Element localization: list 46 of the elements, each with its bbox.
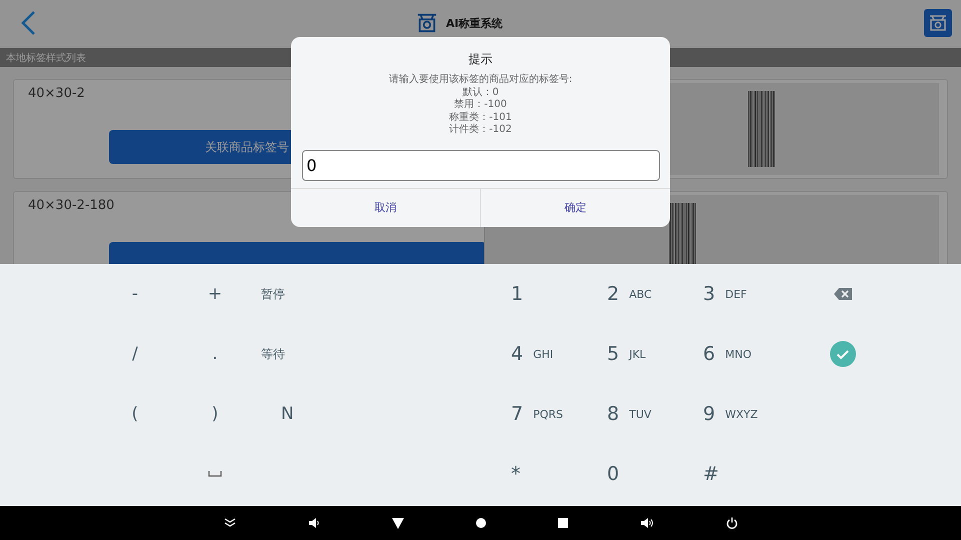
keyboard-key[interactable]: 1	[490, 264, 586, 324]
keyboard-key[interactable]: 暂停	[255, 274, 335, 314]
collapse-icon[interactable]	[224, 518, 236, 528]
keyboard-key[interactable]: *	[490, 444, 586, 504]
keyboard-key[interactable]: 8 TUV	[586, 384, 682, 444]
keyboard-key[interactable]: 2 ABC	[586, 264, 682, 324]
input-field[interactable]: 0	[302, 150, 660, 180]
back-icon[interactable]	[392, 518, 404, 528]
dialog-message: 禁用：-100	[454, 99, 507, 112]
keyboard-key[interactable]: (	[115, 394, 155, 434]
keyboard-key[interactable]: +	[195, 274, 235, 314]
keyboard-key[interactable]: .	[195, 334, 235, 374]
dialog-message: 计件类：-102	[449, 124, 512, 136]
home-icon[interactable]	[476, 518, 486, 528]
keyboard-key[interactable]: )	[195, 394, 235, 434]
keyboard-key[interactable]: 4 GHI	[490, 324, 586, 384]
keyboard-key[interactable]: 6 MNO	[682, 324, 778, 384]
dialog-message: 请输入要使用该标签的商品对应的标签号:	[388, 74, 572, 86]
recents-icon[interactable]	[558, 518, 568, 528]
keyboard-key[interactable]: 3 DEF	[682, 264, 778, 324]
scale-icon[interactable]	[924, 9, 952, 37]
checkmark-icon[interactable]	[830, 341, 856, 367]
dialog-message: 默认：0	[462, 86, 499, 98]
keyboard-key[interactable]: 等待	[255, 334, 335, 374]
keyboard-key[interactable]: -	[115, 274, 155, 314]
keyboard-key[interactable]: /	[115, 334, 155, 374]
backspace-icon[interactable]	[834, 288, 852, 300]
scale-icon	[416, 13, 438, 33]
dialog-title: 提示	[468, 51, 492, 68]
keyboard-key[interactable]: #	[682, 444, 778, 504]
dialog-message: 称重类：-101	[449, 112, 512, 124]
volume-up-icon[interactable]	[640, 517, 654, 529]
volume-down-icon[interactable]	[308, 517, 320, 529]
template-name: 40×30-2-180	[28, 198, 114, 213]
keyboard-key[interactable]: 0	[586, 444, 682, 504]
dialog-button[interactable]: 取消	[291, 188, 480, 227]
template-name: 40×30-2	[28, 86, 85, 101]
keyboard-key[interactable]: N	[275, 394, 315, 434]
space-icon[interactable]	[208, 471, 222, 477]
associate-button[interactable]: 关联商品标签号	[109, 130, 291, 164]
app-title: AI称重系统	[446, 16, 503, 30]
dialog-button[interactable]: 确定	[480, 188, 670, 227]
keyboard-key[interactable]: 9 WXYZ	[682, 384, 778, 444]
keyboard-key[interactable]: 5 JKL	[586, 324, 682, 384]
keyboard-key[interactable]: 7 PQRS	[490, 384, 586, 444]
power-icon[interactable]	[726, 517, 738, 529]
